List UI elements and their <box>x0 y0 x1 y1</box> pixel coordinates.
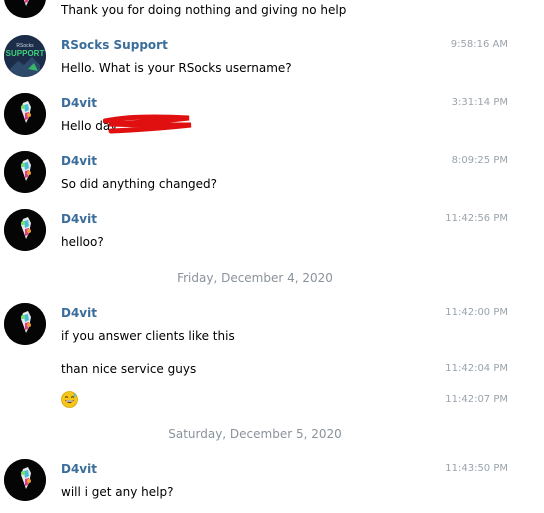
sender-name[interactable]: D4vit <box>61 306 97 320</box>
avatar[interactable] <box>4 151 46 193</box>
message-text: Hello. What is your RSocks username? <box>61 61 292 75</box>
timestamp: 3:31:14 PM <box>451 97 508 108</box>
message-text: will i get any help? <box>61 485 174 499</box>
sender-name[interactable]: RSocks Support <box>61 38 168 52</box>
timestamp: 11:42:07 PM <box>445 394 508 405</box>
support-avatar-line2: SUPPORT <box>6 49 45 58</box>
timestamp: 8:09:25 PM <box>451 155 508 166</box>
timestamp: 11:43:50 PM <box>445 463 508 474</box>
avatar[interactable] <box>4 209 46 251</box>
message-text: So did anything changed? <box>61 177 218 191</box>
avatar[interactable] <box>4 93 46 135</box>
date-separator: Friday, December 4, 2020 <box>177 271 333 285</box>
sender-name[interactable]: D4vit <box>61 154 97 168</box>
support-avatar[interactable]: RSocks SUPPORT <box>4 35 46 77</box>
grinning-sweat-emoji-icon <box>61 391 78 408</box>
redaction-scribble <box>103 114 192 134</box>
timestamp: 11:42:56 PM <box>445 213 508 224</box>
avatar[interactable] <box>4 0 46 18</box>
timestamp: 11:42:00 PM <box>445 307 508 318</box>
message-text: than nice service guys <box>61 362 197 376</box>
message-text: helloo? <box>61 235 104 249</box>
timestamp: 9:58:16 AM <box>450 39 508 50</box>
sender-name[interactable]: D4vit <box>61 212 97 226</box>
timestamp: 11:42:04 PM <box>445 363 508 374</box>
avatar[interactable] <box>4 303 46 345</box>
message-text: if you answer clients like this <box>61 329 235 343</box>
message-text: Thank you for doing nothing and giving n… <box>61 3 347 17</box>
avatar[interactable] <box>4 459 46 501</box>
sender-name[interactable]: D4vit <box>61 96 97 110</box>
date-separator: Saturday, December 5, 2020 <box>168 427 342 441</box>
sender-name[interactable]: D4vit <box>61 462 97 476</box>
